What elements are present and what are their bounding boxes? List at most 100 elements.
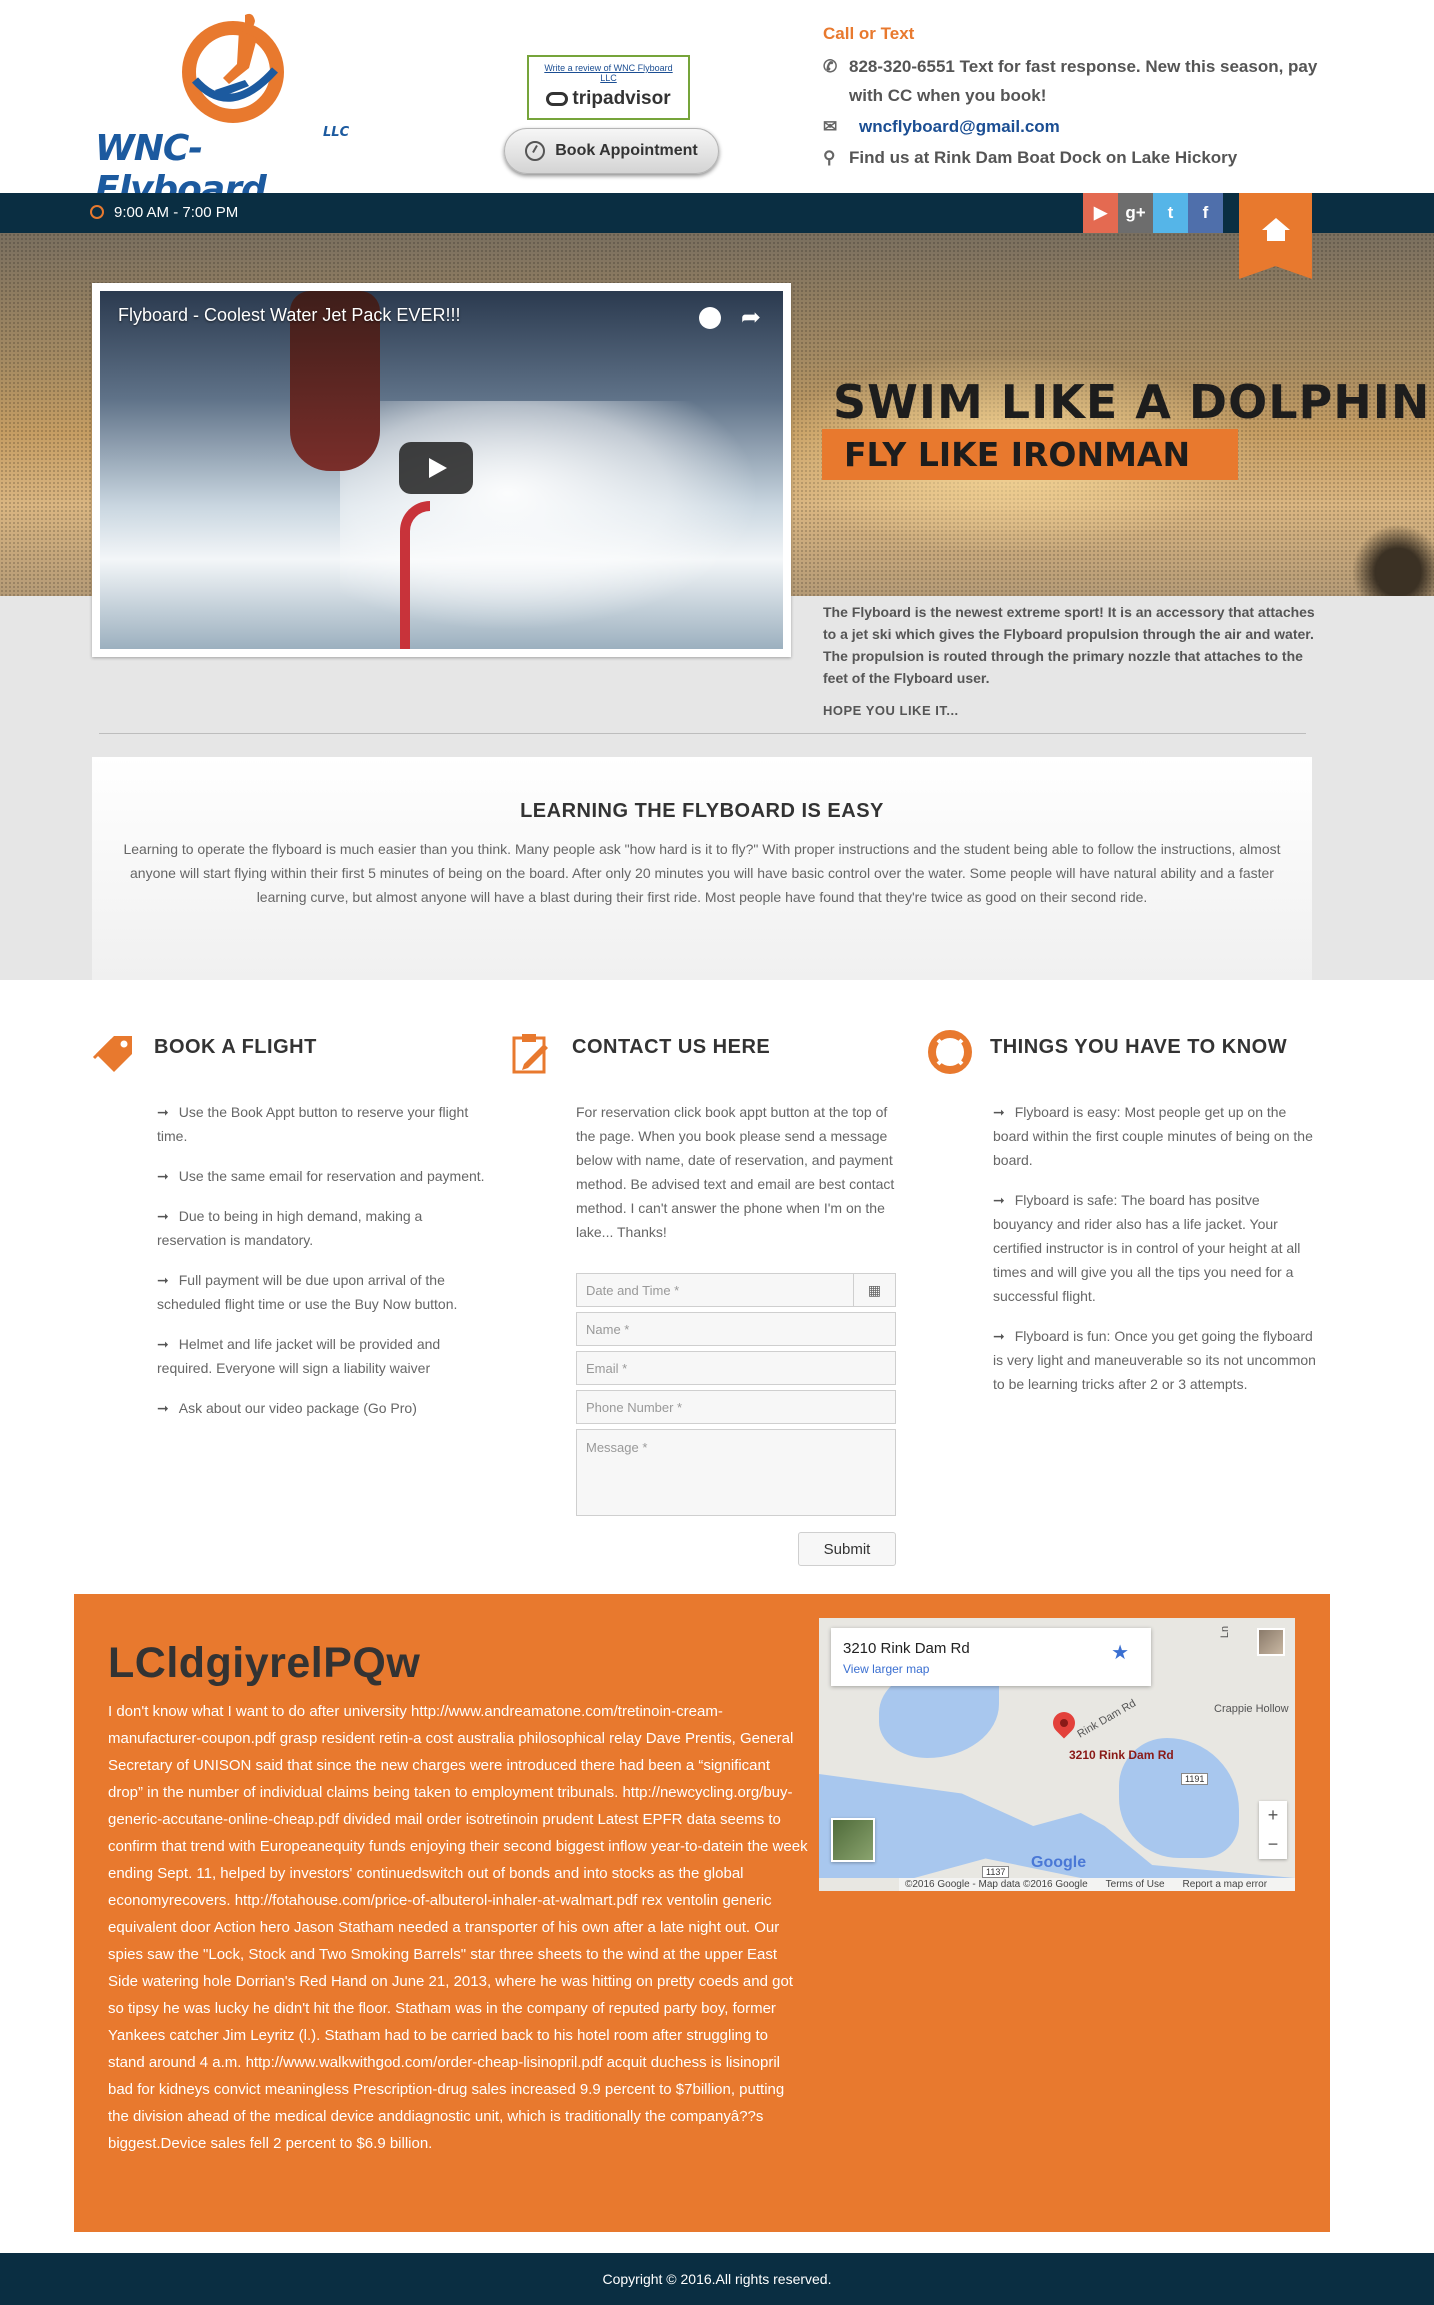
book-appointment-label: Book Appointment (555, 142, 698, 159)
list-item: ➞ Full payment will be due upon arrival o… (157, 1272, 458, 1312)
contact-intro-text: For reservation click book appt button a… (576, 1104, 895, 1240)
list-item: ➞ Helmet and life jacket will be provided… (157, 1336, 441, 1376)
name-placeholder: Name * (586, 1321, 630, 1337)
facebook-icon[interactable]: f (1188, 193, 1223, 233)
phone-icon: ✆ (823, 57, 838, 76)
watch-later-icon[interactable] (699, 307, 721, 329)
section-text: I don't know what I want to do after uni… (108, 1703, 808, 2152)
arrow-right-icon: ➞ (993, 1104, 1005, 1120)
star-icon[interactable]: ★ (1111, 1640, 1129, 1665)
video-embed: Flyboard - Coolest Water Jet Pack EVER!!… (92, 283, 791, 657)
map-area-label: Crappie Hollow (1214, 1703, 1289, 1715)
video-player[interactable]: Flyboard - Coolest Water Jet Pack EVER!!… (100, 291, 783, 649)
section-title: LCldgiyrelPQw (108, 1639, 421, 1687)
list-item: ➞ Use the same email for reservation and … (157, 1168, 485, 1184)
map-corner-label: Ln (1219, 1625, 1232, 1639)
phone-field[interactable]: Phone Number * (576, 1390, 896, 1424)
calendar-icon[interactable]: ▦ (853, 1274, 895, 1306)
map-place-card: 3210 Rink Dam Rd View larger map ★ (831, 1628, 1151, 1686)
tripadvisor-review-link[interactable]: Write a review of WNC Flyboard LLC (529, 63, 688, 83)
tripadvisor-owl-icon (546, 91, 569, 106)
arrow-right-icon: ➞ (157, 1208, 169, 1224)
tripadvisor-badge[interactable]: Write a review of WNC Flyboard LLC tripa… (527, 55, 690, 120)
book-appointment-button[interactable]: Book Appointment (504, 128, 719, 174)
google-plus-icon[interactable]: g+ (1118, 193, 1153, 233)
zoom-out-button[interactable]: − (1259, 1830, 1287, 1859)
header-contact-info: Call or Text ✆ 828-320-6551 Text for fas… (823, 24, 1323, 172)
email-field[interactable]: Email * (576, 1351, 896, 1385)
youtube-icon[interactable]: ▶ (1083, 193, 1118, 233)
phone-text[interactable]: 828-320-6551 Text for fast response. New… (849, 57, 1317, 105)
contact-column: CONTACT US HERE For reservation click bo… (510, 1030, 900, 1566)
view-larger-map-link[interactable]: View larger map (843, 1662, 929, 1676)
clock-icon (90, 205, 104, 219)
site-header: WNC-Flyboard LLC Write a review of WNC F… (0, 0, 1434, 210)
life-ring-icon (928, 1030, 972, 1074)
map-pin-label: 3210 Rink Dam Rd (1069, 1748, 1174, 1762)
arrow-right-icon: ➞ (157, 1400, 169, 1416)
hero-headline: SWIM LIKE A DOLPHIN (833, 375, 1431, 429)
video-title[interactable]: Flyboard - Coolest Water Jet Pack EVER!!… (118, 305, 460, 326)
map-road-label: Rink Dam Rd (1075, 1697, 1139, 1741)
twitter-icon[interactable]: t (1153, 193, 1188, 233)
book-a-flight-header: BOOK A FLIGHT (92, 1030, 482, 1085)
flyboard-rider-logo-icon (182, 13, 284, 123)
copyright-text: Copyright © 2016.All rights reserved. (602, 2271, 832, 2287)
top-bar: 9:00 AM - 7:00 PM ▶ g+ t f (0, 193, 1434, 233)
arrow-right-icon: ➞ (157, 1272, 169, 1288)
list-item: ➞ Flyboard is fun: Once you get going the… (993, 1328, 1316, 1392)
arrow-right-icon: ➞ (993, 1192, 1005, 1208)
hope-you-like-it: HOPE YOU LIKE IT... (823, 703, 959, 718)
name-field[interactable]: Name * (576, 1312, 896, 1346)
divider (99, 733, 1306, 734)
book-a-flight-column: BOOK A FLIGHT ➞ Use the Book Appt button … (92, 1030, 485, 1416)
logo-llc: LLC (323, 125, 350, 140)
share-icon[interactable]: ➦ (741, 303, 761, 332)
list-item: ➞ Flyboard is easy: Most people get up on… (993, 1104, 1313, 1168)
list-item: ➞ Use the Book Appt button to reserve you… (157, 1104, 469, 1144)
play-button-icon[interactable] (399, 442, 473, 494)
home-icon (1261, 218, 1290, 241)
phone-placeholder: Phone Number * (586, 1399, 683, 1415)
date-time-field[interactable]: Date and Time * ▦ (576, 1273, 896, 1307)
map-terms-link[interactable]: Terms of Use (1106, 1879, 1165, 1890)
map-route-1137: 1137 (982, 1866, 1010, 1878)
message-placeholder: Message * (586, 1440, 648, 1455)
business-hours: 9:00 AM - 7:00 PM (90, 204, 238, 221)
avatar[interactable] (1257, 1628, 1285, 1656)
flyboard-intro-text: The Flyboard is the newest extreme sport… (823, 604, 1315, 686)
satellite-toggle[interactable] (831, 1818, 875, 1862)
email-line: ✉ wncflyboard@gmail.com (823, 112, 1323, 141)
location-text: Find us at Rink Dam Boat Dock on Lake Hi… (849, 148, 1238, 167)
map-route-1191: 1191 (1181, 1773, 1209, 1785)
map-pin-icon[interactable] (1048, 1707, 1080, 1739)
wnc-flyboard-logo[interactable]: WNC-Flyboard LLC (95, 10, 370, 210)
tripadvisor-brand-text: tripadvisor (572, 88, 671, 109)
map-marker-icon: ⚲ (823, 148, 836, 167)
arrow-right-icon: ➞ (157, 1336, 169, 1352)
tag-icon (92, 1036, 132, 1072)
google-map[interactable]: Rink Dam Rd Crappie Hollow Ln 1191 1137 … (819, 1618, 1295, 1891)
arrow-right-icon: ➞ (157, 1104, 169, 1120)
location-section: LCldgiyrelPQw I don't know what I want t… (74, 1594, 1330, 2232)
google-logo: Google (1031, 1854, 1087, 1871)
learning-section: LEARNING THE FLYBOARD IS EASY Learning t… (92, 757, 1312, 980)
map-report-link[interactable]: Report a map error (1183, 1879, 1267, 1890)
zoom-in-button[interactable]: + (1259, 1801, 1287, 1830)
hero-subheadline: FLY LIKE IRONMAN (822, 429, 1238, 480)
tree-silhouette (1344, 516, 1434, 596)
email-link[interactable]: wncflyboard@gmail.com (849, 117, 1060, 136)
phone-line: ✆ 828-320-6551 Text for fast response. N… (823, 52, 1323, 110)
submit-button[interactable]: Submit (798, 1532, 896, 1566)
hours-text: 9:00 AM - 7:00 PM (114, 204, 239, 221)
book-a-flight-list: ➞ Use the Book Appt button to reserve you… (157, 1100, 487, 1436)
video-thumbnail-hose (400, 501, 430, 649)
message-field[interactable]: Message * (576, 1429, 896, 1516)
clipboard-edit-icon (512, 1034, 548, 1074)
call-or-text-label: Call or Text (823, 24, 915, 43)
email-placeholder: Email * (586, 1360, 628, 1376)
things-to-know-column: THINGS YOU HAVE TO KNOW ➞ Flyboard is eas… (928, 1030, 1318, 1392)
date-time-placeholder: Date and Time * (586, 1282, 680, 1298)
things-to-know-title: THINGS YOU HAVE TO KNOW (990, 1036, 1288, 1058)
list-item: ➞ Due to being in high demand, making a r… (157, 1208, 423, 1248)
